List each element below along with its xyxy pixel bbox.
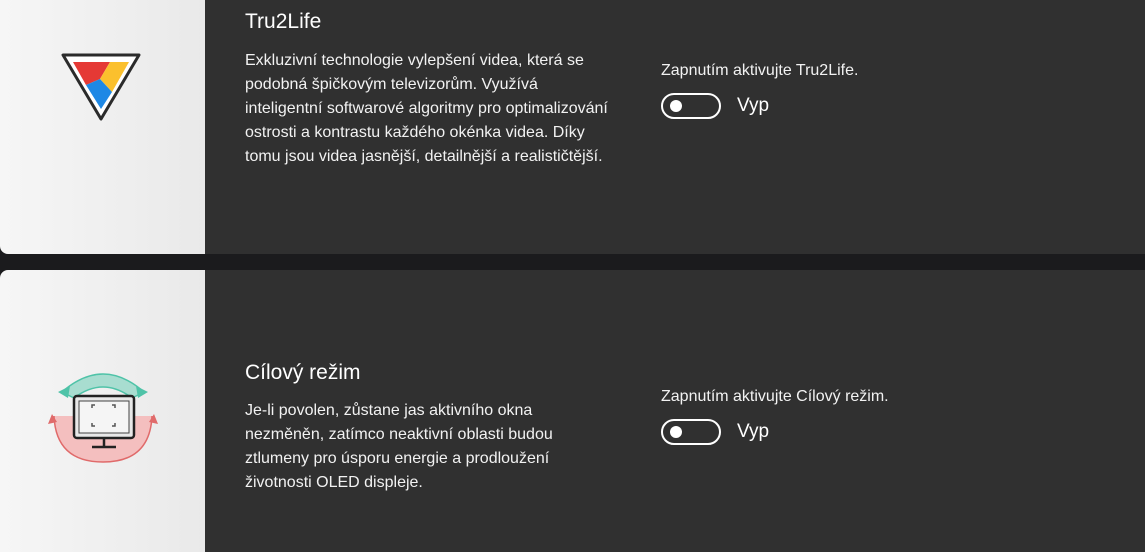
target-mode-toggle[interactable]	[661, 419, 721, 445]
toggle-state-text: Vyp	[737, 421, 770, 442]
toggle-state-text: Vyp	[737, 95, 770, 116]
tru2life-card: Tru2Life Exkluzivní technologie vylepšen…	[0, 0, 1145, 254]
toggle-row: Vyp	[661, 93, 858, 119]
toggle-knob	[670, 100, 682, 112]
target-mode-setting: Zapnutím aktivujte Cílový režim. Vyp	[661, 388, 889, 445]
toggle-row: Vyp	[661, 419, 889, 445]
setting-label: Zapnutím aktivujte Tru2Life.	[661, 62, 859, 79]
feature-description: Exkluzivní technologie vylepšení videa, …	[245, 52, 608, 165]
tru2life-setting: Zapnutím aktivujte Tru2Life. Vyp	[661, 62, 858, 119]
tru2life-content: Tru2Life Exkluzivní technologie vylepšen…	[205, 0, 1145, 254]
target-mode-icon-panel	[0, 270, 205, 552]
target-mode-monitor-icon	[48, 362, 158, 471]
feature-title: Cílový režim	[245, 361, 361, 384]
feature-title: Tru2Life	[245, 10, 322, 33]
tru2life-toggle[interactable]	[661, 93, 721, 119]
target-mode-content: Cílový režim Je-li povolen, zůstane jas …	[205, 270, 1145, 552]
tru2life-icon-panel	[0, 0, 205, 254]
tru2life-logo-icon	[60, 52, 142, 127]
target-mode-card: Cílový režim Je-li povolen, zůstane jas …	[0, 270, 1145, 552]
toggle-knob	[670, 426, 682, 438]
setting-label: Zapnutím aktivujte Cílový režim.	[661, 388, 889, 405]
feature-description: Je-li povolen, zůstane jas aktivního okn…	[245, 402, 553, 491]
